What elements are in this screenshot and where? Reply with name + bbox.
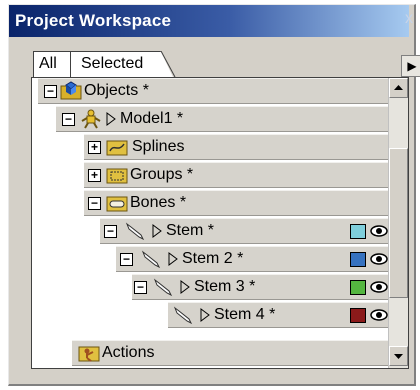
tab-bar: Selected All ▶ [19, 47, 420, 77]
tab-scroll-right-button[interactable]: ▶ [401, 55, 420, 77]
collapse-icon[interactable]: − [62, 113, 75, 126]
tree-item-label: Splines [132, 138, 185, 155]
scroll-down-button[interactable] [389, 346, 408, 366]
tab-all[interactable]: All [33, 51, 71, 77]
triangle-right-icon [200, 308, 210, 322]
triangle-right-icon [168, 252, 178, 266]
tree-item-label: Stem 4 * [214, 306, 276, 323]
tree-item-objects[interactable]: − Objects * [38, 78, 390, 104]
tree-item-label: Groups * [130, 166, 194, 183]
eye-icon[interactable] [370, 278, 388, 296]
tree-item-label: Stem 3 * [194, 278, 256, 295]
bone-icon [173, 306, 193, 325]
tree-item-label: Stem 2 * [182, 250, 244, 267]
tree-item-splines[interactable]: + Splines [84, 134, 390, 160]
tree-item-label: Stem * [166, 222, 215, 239]
model-icon [81, 109, 101, 129]
eye-icon[interactable] [370, 250, 388, 268]
splines-folder-icon [106, 140, 128, 156]
bone-icon [153, 278, 173, 297]
bone-color-swatch[interactable] [350, 224, 366, 239]
bones-folder-icon [106, 196, 128, 212]
triangle-right-icon [106, 112, 116, 126]
triangle-right-icon [180, 280, 190, 294]
tree-view[interactable]: − Objects * − Model1 * + Splines + Group… [31, 77, 409, 369]
tab-selected[interactable]: Selected [69, 51, 173, 77]
collapse-icon[interactable]: − [134, 281, 147, 294]
eye-icon[interactable] [370, 306, 388, 324]
bone-icon [141, 250, 161, 269]
tree-item-label: Objects * [84, 82, 149, 99]
bone-color-swatch[interactable] [350, 280, 366, 295]
chevron-right-icon: ▶ [407, 59, 417, 73]
expand-icon[interactable]: + [88, 169, 101, 182]
tree-item-stem-2[interactable]: − Stem 2 * [116, 246, 390, 272]
bone-icon [125, 222, 145, 241]
tree-item-stem[interactable]: − Stem * [100, 218, 390, 244]
folder-icon [60, 81, 82, 100]
collapse-icon[interactable]: − [104, 225, 117, 238]
scroll-up-button[interactable] [389, 78, 408, 98]
tree-item-stem-3[interactable]: − Stem 3 * [132, 274, 390, 300]
groups-folder-icon [106, 168, 128, 184]
tree-item-bones[interactable]: − Bones * [84, 190, 390, 216]
expand-icon[interactable]: + [88, 141, 101, 154]
collapse-icon[interactable]: − [88, 197, 101, 210]
triangle-right-icon [152, 224, 162, 238]
tree-item-stem-4[interactable]: Stem 4 * [168, 302, 390, 328]
close-icon[interactable]: x [405, 10, 413, 28]
scrollbar-thumb[interactable] [389, 148, 408, 298]
tab-selected-label: Selected [81, 55, 144, 72]
window-title: Project Workspace [15, 11, 172, 30]
tab-all-label: All [39, 55, 57, 72]
arrow-down-icon [394, 354, 403, 359]
vertical-scrollbar[interactable] [388, 78, 408, 368]
collapse-icon[interactable]: − [120, 253, 133, 266]
project-workspace-window: Project Workspace x Selected All ▶ − Obj… [8, 4, 420, 386]
collapse-icon[interactable]: − [44, 85, 57, 98]
tree-item-label: Actions [102, 344, 155, 361]
tree-item-label: Bones * [130, 194, 187, 211]
eye-icon[interactable] [370, 222, 388, 240]
arrow-up-icon [394, 85, 403, 90]
title-bar[interactable]: Project Workspace x [9, 5, 413, 37]
tab-edge-decoration [160, 51, 176, 77]
bone-color-swatch[interactable] [350, 252, 366, 267]
tree-item-label: Model1 * [120, 110, 184, 127]
tree-item-actions[interactable]: Actions [72, 340, 390, 366]
actions-folder-icon [78, 346, 100, 362]
bone-color-swatch[interactable] [350, 308, 366, 323]
tree-item-groups[interactable]: + Groups * [84, 162, 390, 188]
tree-item-model1[interactable]: − Model1 * [56, 106, 390, 132]
